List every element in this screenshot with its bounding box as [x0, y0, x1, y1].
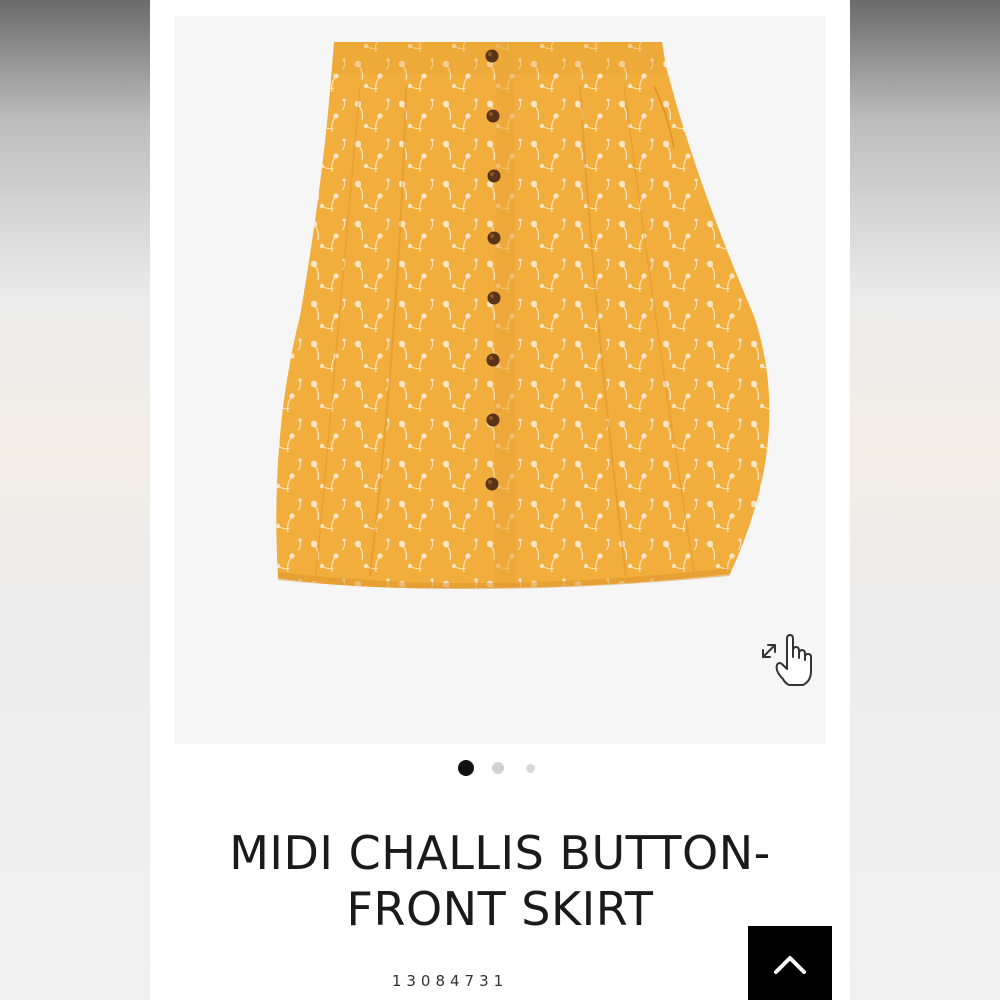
product-title: MIDI CHALLIS BUTTON-FRONT SKIRT — [229, 826, 771, 936]
product-sku: 13084731 — [391, 972, 509, 990]
carousel-dot-3[interactable] — [526, 764, 535, 773]
product-page: MIDI CHALLIS BUTTON-FRONT SKIRT 13084731 — [150, 0, 850, 1000]
carousel-dot-2[interactable] — [492, 762, 504, 774]
carousel-dot-1[interactable] — [458, 760, 474, 776]
pinch-zoom-hand-icon-graphic — [762, 634, 812, 686]
background-left — [0, 0, 150, 1000]
chevron-up-icon — [774, 956, 806, 974]
pinch-zoom-hand-icon[interactable] — [757, 627, 821, 691]
background-right — [850, 0, 1000, 1000]
back-to-top-button[interactable] — [748, 926, 832, 1000]
product-image-panel[interactable] — [174, 16, 826, 744]
product-image — [276, 42, 770, 590]
carousel-indicators — [150, 758, 850, 778]
